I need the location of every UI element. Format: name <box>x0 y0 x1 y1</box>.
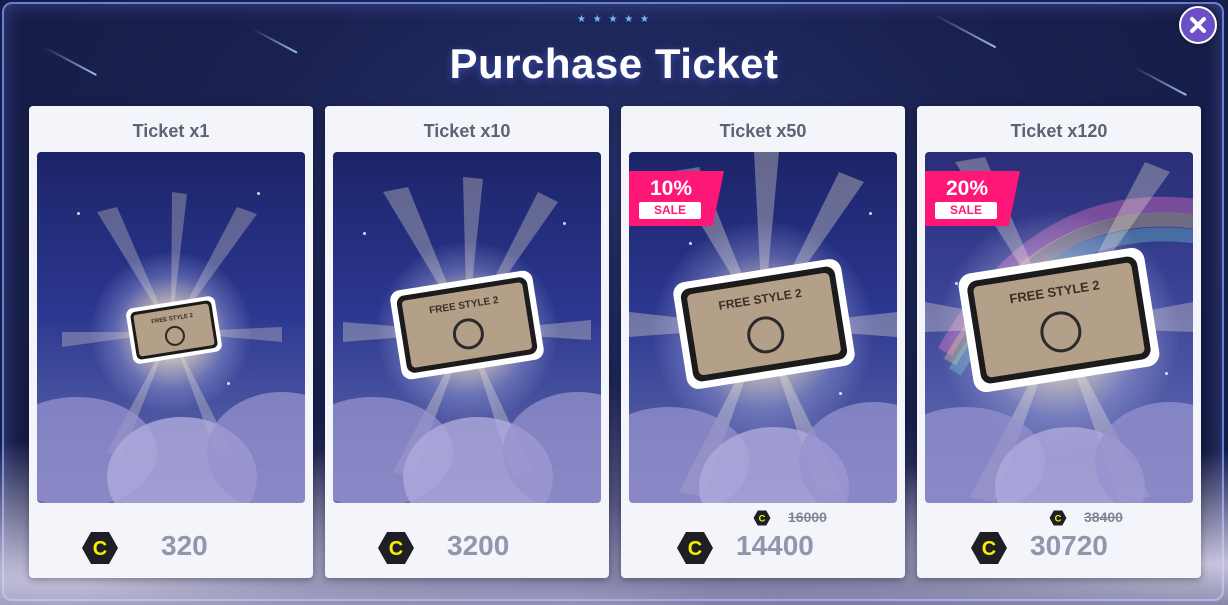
ticket-icon: FREE STYLE 2 <box>390 270 544 380</box>
svg-text:C: C <box>688 538 702 560</box>
close-button[interactable] <box>1179 6 1217 44</box>
svg-text:C: C <box>982 538 996 560</box>
ticket-artwork: FREE STYLE 2 10% SALE <box>629 152 897 503</box>
star <box>363 232 366 235</box>
sale-percent: 10% <box>649 177 693 200</box>
sale-label: SALE <box>639 202 701 219</box>
original-price: C 38400 <box>1049 509 1159 527</box>
card-title: Ticket x120 <box>1010 121 1108 141</box>
close-icon <box>1190 17 1206 33</box>
star <box>563 222 566 225</box>
ticket-artwork: FREE STYLE 2 20% SALE <box>925 152 1193 503</box>
price-value: 3200 <box>447 530 510 561</box>
page-title: Purchase Ticket <box>449 40 779 87</box>
coin-c-icon: C <box>1049 510 1067 526</box>
ticket-artwork: FREE STYLE 2 <box>333 152 601 503</box>
sale-badge: 10% SALE <box>629 171 724 226</box>
frame-star-decoration: ★ ★ ★ ★ ★ <box>577 13 651 25</box>
ticket-icon: FREE STYLE 2 <box>126 296 222 364</box>
ticket-card-x50[interactable]: Ticket x50 FREE STYLE 2 10% SALE C 16000… <box>621 106 905 578</box>
svg-text:C: C <box>1055 512 1062 523</box>
ticket-icon: FREE STYLE 2 <box>958 247 1160 393</box>
card-title: Ticket x1 <box>132 121 210 141</box>
sale-badge: 20% SALE <box>925 171 1020 226</box>
sale-percent: 20% <box>945 177 989 200</box>
ticket-card-x120[interactable]: Ticket x120 FREE STYLE 2 20% SALE C 3840… <box>917 106 1201 578</box>
old-price-value: 38400 <box>1084 509 1123 525</box>
svg-text:C: C <box>759 512 766 523</box>
coin-c-icon: C <box>753 510 771 526</box>
star <box>257 192 260 195</box>
coin-c-icon: C <box>378 532 414 564</box>
old-price-value: 16000 <box>788 509 827 525</box>
star <box>869 212 872 215</box>
coin-c-icon: C <box>971 532 1007 564</box>
card-title: Ticket x50 <box>719 121 807 141</box>
price-value: 14400 <box>736 530 814 561</box>
svg-text:C: C <box>93 538 107 560</box>
card-title: Ticket x10 <box>423 121 511 141</box>
ticket-card-x1[interactable]: Ticket x1 FREE STYLE 2 C 320 <box>29 106 313 578</box>
star <box>227 382 230 385</box>
ticket-icon: FREE STYLE 2 <box>673 259 855 389</box>
star <box>689 242 692 245</box>
ticket-artwork: FREE STYLE 2 <box>37 152 305 503</box>
coin-c-icon: C <box>82 532 118 564</box>
price-value: 320 <box>161 530 208 561</box>
star <box>77 212 80 215</box>
sale-label: SALE <box>935 202 997 219</box>
star <box>1165 372 1168 375</box>
ticket-card-x10[interactable]: Ticket x10 FREE STYLE 2 C 3200 <box>325 106 609 578</box>
coin-c-icon: C <box>677 532 713 564</box>
svg-text:C: C <box>389 538 403 560</box>
original-price: C 16000 <box>753 509 863 527</box>
price-value: 30720 <box>1030 530 1108 561</box>
